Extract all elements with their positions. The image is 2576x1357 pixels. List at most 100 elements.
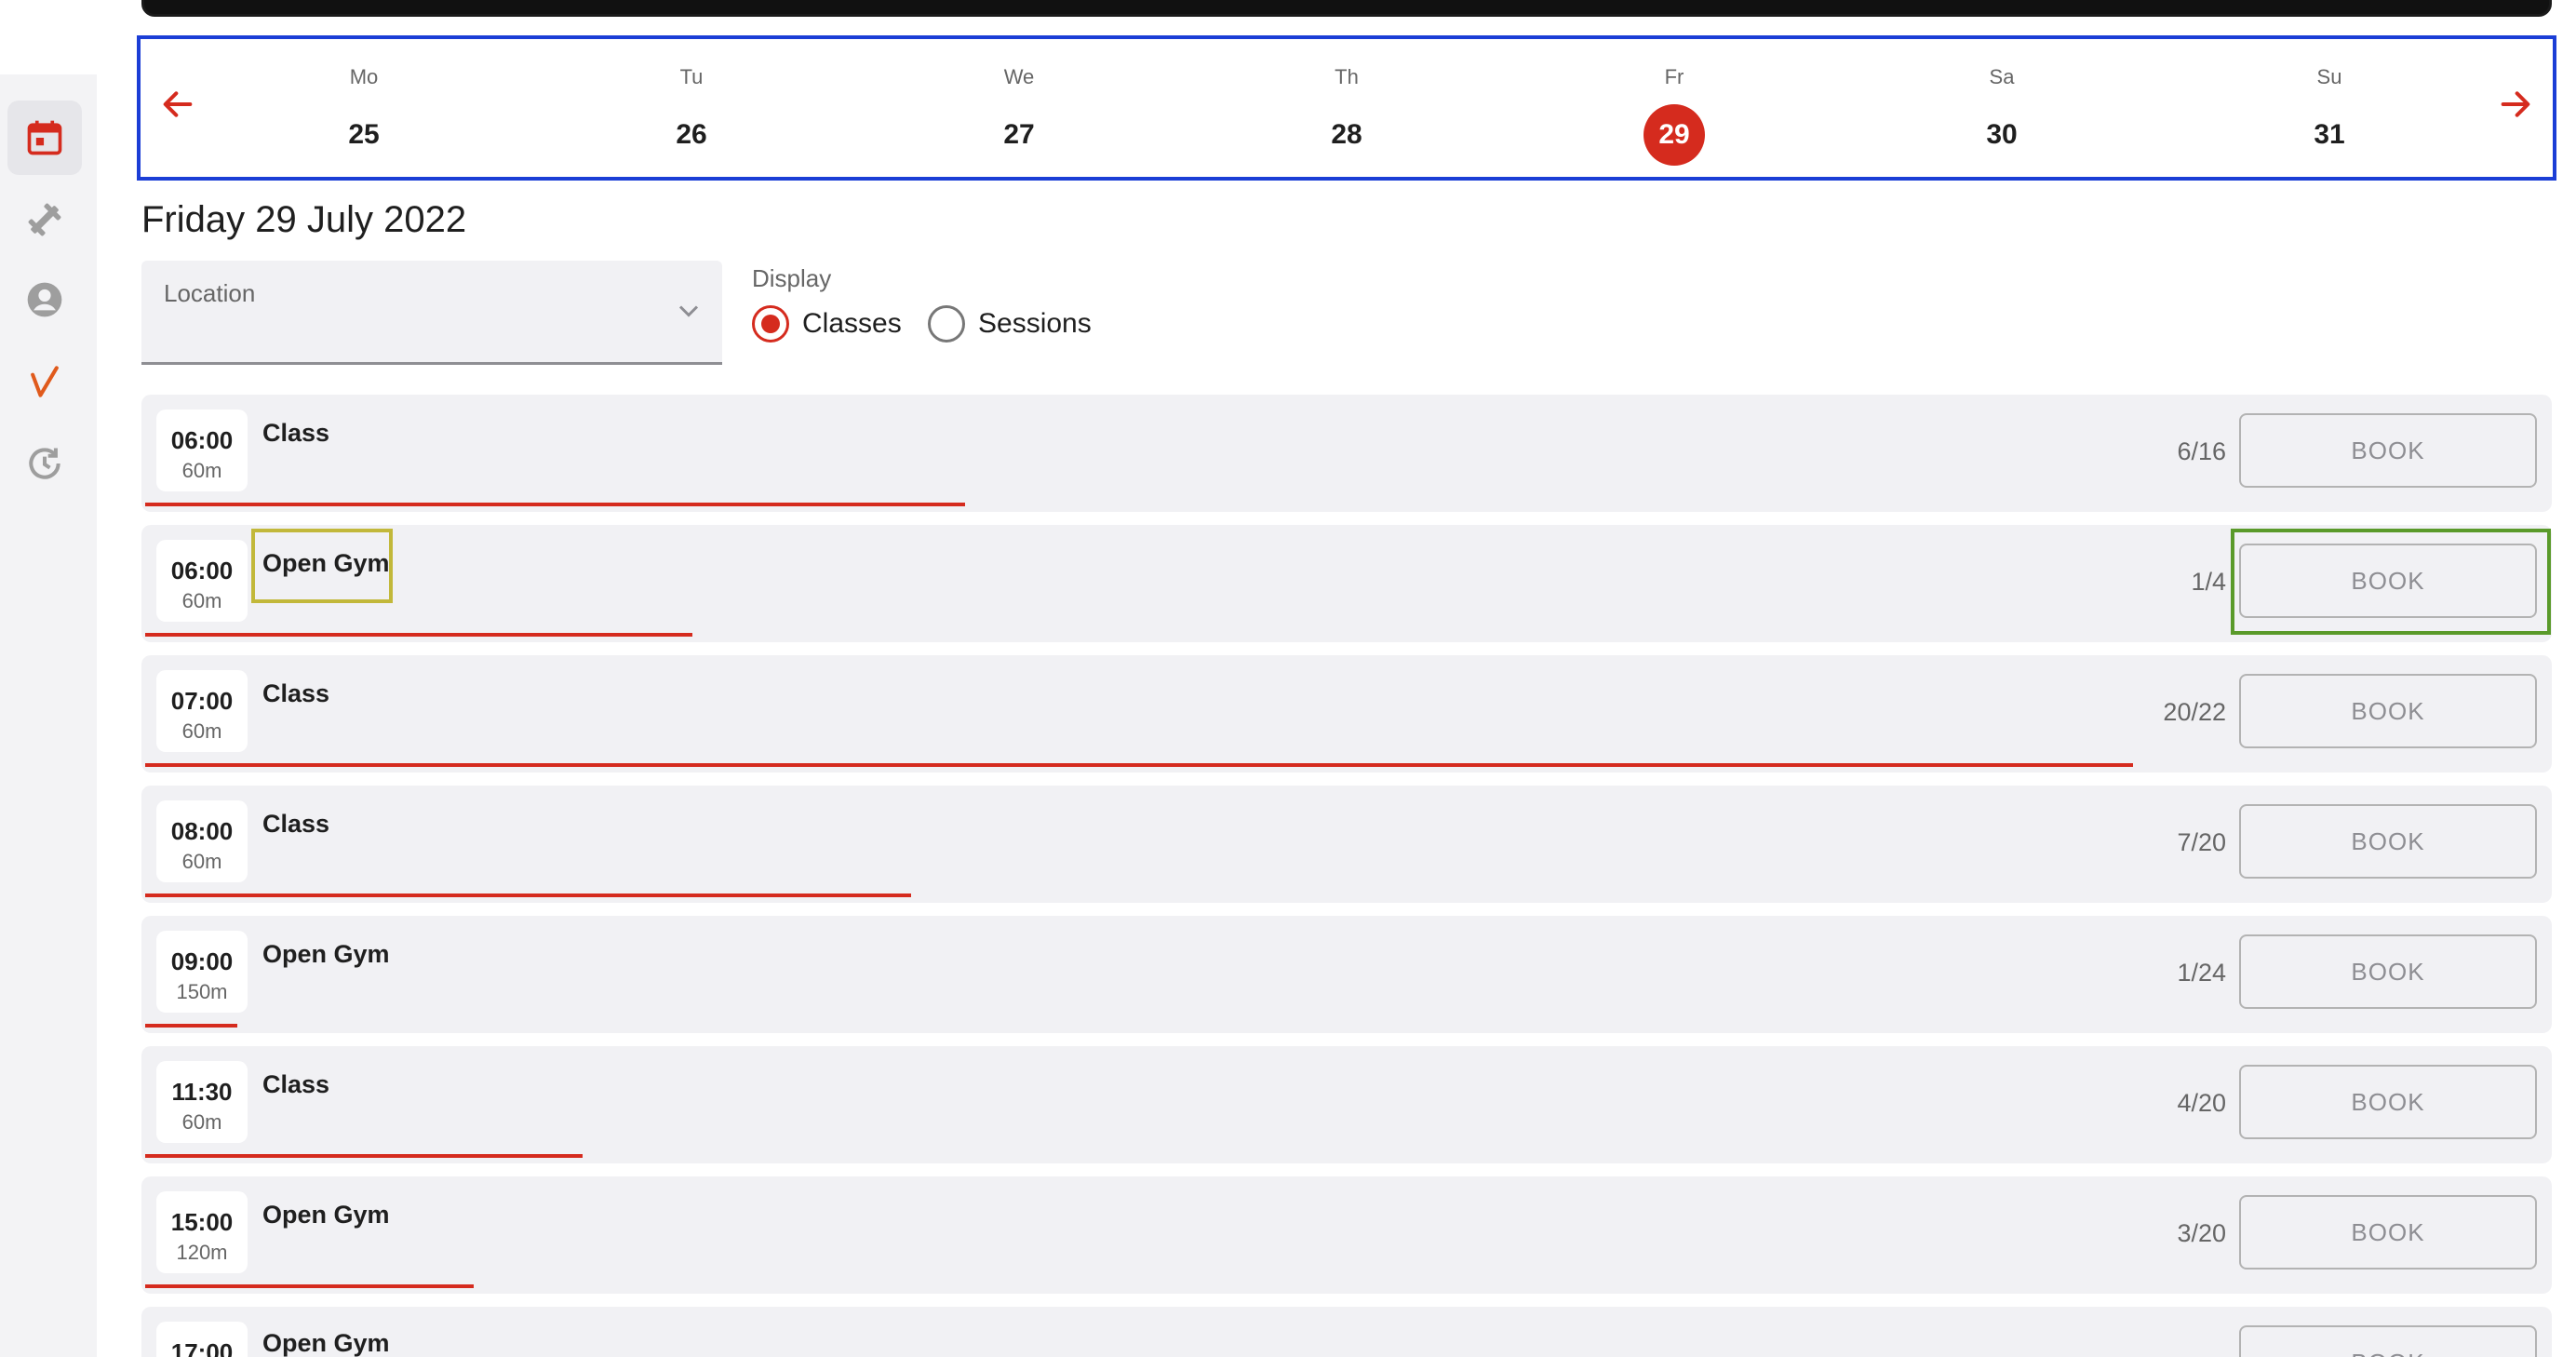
calendar-nav-button[interactable] [7,101,82,175]
radio-unchecked-icon [928,305,965,343]
capacity-bar [145,1024,237,1028]
workouts-nav-button[interactable] [7,182,82,257]
day-number: 25 [348,119,380,150]
time-box: 09:00 150m [156,931,248,1013]
brand-nav-button[interactable] [7,344,82,419]
capacity-bar [145,1154,583,1158]
day-sunday[interactable]: Su 31 [2274,61,2385,166]
hero-banner [141,0,2552,17]
start-time: 08:00 [170,817,234,845]
book-button[interactable]: BOOK [2239,413,2537,488]
radio-label: Classes [802,308,902,339]
capacity-count: 1/4 [2191,568,2226,596]
day-number: 26 [676,119,707,150]
book-button[interactable]: BOOK [2239,1195,2537,1270]
day-thursday[interactable]: Th 28 [1291,61,1402,166]
day-number: 28 [1331,119,1362,150]
schedule-row[interactable]: 15:00 120m Open Gym 3/20 BOOK [141,1176,2552,1294]
start-time: 09:00 [170,947,234,975]
day-of-week: We [1003,65,1035,88]
day-of-week: Su [2316,65,2342,88]
schedule-row[interactable]: 11:30 60m Class 4/20 BOOK [141,1046,2552,1163]
day-tuesday[interactable]: Tu 26 [636,61,747,166]
schedule-row[interactable]: 06:00 60m Open Gym 1/4 BOOK [141,525,2552,642]
duration: 60m [181,719,222,743]
day-of-week: Fr [1664,65,1684,88]
sidebar-top [0,0,97,74]
book-button[interactable]: BOOK [2239,1325,2537,1357]
day-number: 30 [1986,119,2018,150]
session-name: Class [262,419,330,447]
capacity-bar [145,633,692,637]
time-box: 17:00 [156,1322,248,1357]
schedule-row[interactable]: 17:00 Open Gym BOOK [141,1307,2552,1357]
session-name: Open Gym [262,1201,390,1229]
start-time: 17:00 [170,1338,234,1357]
prev-week-button[interactable] [150,76,206,132]
day-wednesday[interactable]: We 27 [963,61,1075,166]
book-button[interactable]: BOOK [2239,674,2537,748]
calendar-icon [27,120,62,155]
radio-checked-icon [752,305,789,343]
day-friday[interactable]: Fr 29 [1618,61,1730,166]
start-time: 11:30 [171,1078,233,1106]
next-week-button[interactable] [2488,76,2543,132]
book-button[interactable]: BOOK [2239,1065,2537,1139]
arrow-right-icon [2501,91,2530,117]
duration: 120m [176,1241,228,1264]
history-icon [29,448,60,479]
capacity-bar [145,763,2133,767]
start-time: 15:00 [170,1208,234,1236]
page-title: Friday 29 July 2022 [141,199,467,240]
capacity-count: 6/16 [2177,437,2226,465]
time-box: 06:00 60m [156,410,248,491]
book-button[interactable]: BOOK [2239,804,2537,879]
day-monday[interactable]: Mo 25 [308,61,420,166]
location-select[interactable]: Location [141,261,722,365]
week-selector: Mo 25 Tu 26 We 27 Th 28 Fr 29 Sa 30 Su 3… [137,35,2556,181]
arrow-left-icon [163,91,193,117]
time-box: 07:00 60m [156,670,248,752]
duration: 60m [181,459,222,482]
duration: 150m [176,980,228,1003]
day-of-week: Mo [349,65,379,88]
duration: 60m [181,850,222,873]
radio-label: Sessions [978,308,1092,339]
capacity-count: 1/24 [2177,959,2226,987]
schedule-row[interactable]: 07:00 60m Class 20/22 BOOK [141,655,2552,773]
day-number: 31 [2314,119,2345,150]
day-number-selected: 29 [1644,104,1705,166]
session-name: Class [262,679,330,707]
time-box: 06:00 60m [156,540,248,622]
session-name: Open Gym [262,1329,390,1357]
schedule-row[interactable]: 08:00 60m Class 7/20 BOOK [141,786,2552,903]
time-box: 11:30 60m [156,1061,248,1143]
day-of-week: Sa [1989,65,2015,88]
schedule-row[interactable]: 06:00 60m Class 6/16 BOOK [141,395,2552,512]
day-saturday[interactable]: Sa 30 [1946,61,2058,166]
day-of-week: Th [1335,65,1359,88]
history-nav-button[interactable] [7,426,82,501]
capacity-count: 20/22 [2163,698,2226,726]
session-name: Class [262,1070,330,1098]
radio-sessions[interactable]: Sessions [928,303,1092,344]
time-box: 08:00 60m [156,800,248,882]
capacity-bar [145,503,965,506]
name-highlight-box [251,529,393,603]
duration: 60m [181,1110,222,1134]
account-nav-button[interactable] [7,262,82,337]
day-number: 27 [1003,119,1035,150]
capacity-count: 7/20 [2177,828,2226,856]
capacity-bar [145,893,911,897]
main-content: Mo 25 Tu 26 We 27 Th 28 Fr 29 Sa 30 Su 3… [137,0,2556,1357]
dumbbell-icon [28,203,61,236]
schedule-row[interactable]: 09:00 150m Open Gym 1/24 BOOK [141,916,2552,1033]
book-button[interactable]: BOOK [2239,934,2537,1009]
duration: 60m [181,589,222,612]
radio-classes[interactable]: Classes [752,303,902,344]
chevron-down-icon [678,305,699,317]
capacity-count: 4/20 [2177,1089,2226,1117]
display-label: Display [752,264,832,292]
start-time: 06:00 [170,557,234,584]
day-of-week: Tu [679,65,704,88]
